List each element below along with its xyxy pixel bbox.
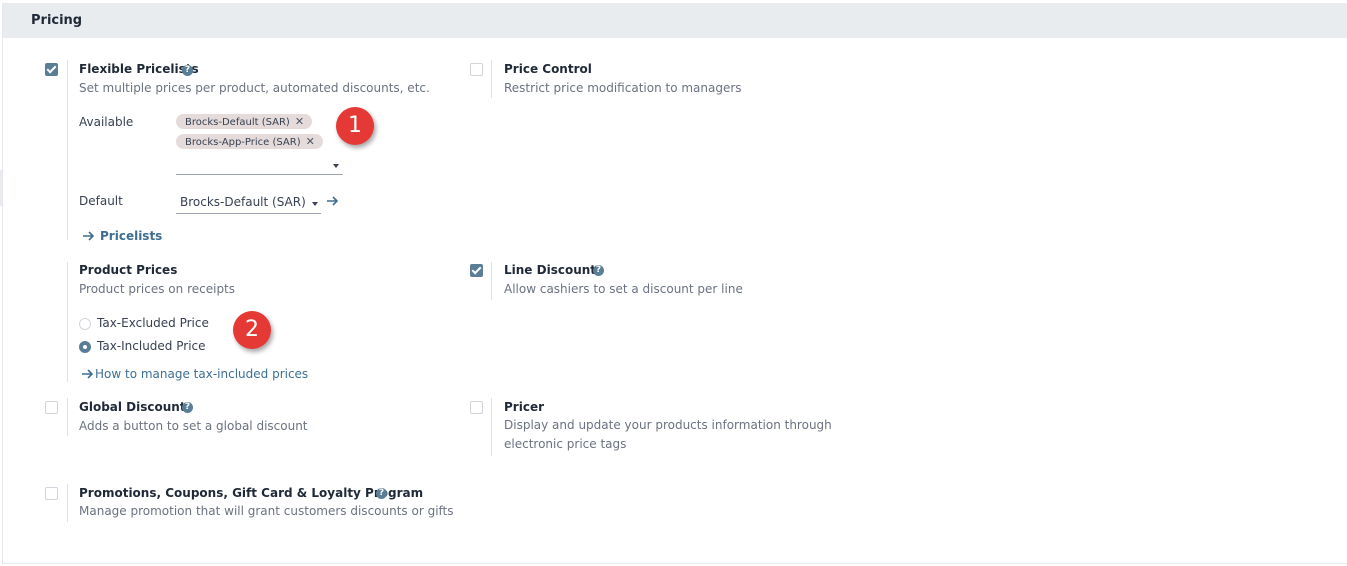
line-discounts-title: Line Discounts xyxy=(504,263,604,277)
promotions-description: Manage promotion that will grant custome… xyxy=(79,504,454,518)
pricer-description: Display and update your products informa… xyxy=(504,418,832,451)
global-discounts-description: Adds a button to set a global discount xyxy=(79,419,308,433)
line-discounts-divider xyxy=(491,262,492,300)
section-title: Pricing xyxy=(31,13,83,28)
arrow-right-icon[interactable] xyxy=(326,195,339,207)
default-label: Default xyxy=(79,194,123,208)
price-control-description: Restrict price modification to managers xyxy=(504,81,742,95)
tax-included-help-link[interactable]: How to manage tax-included prices xyxy=(95,367,308,381)
global-discounts-divider xyxy=(67,398,68,436)
question-circle-icon[interactable]: ? xyxy=(182,402,193,413)
pricelist-tag-label: Brocks-App-Price (SAR) xyxy=(185,137,301,148)
tax-included-radio[interactable] xyxy=(79,341,91,353)
product-prices-description: Product prices on receipts xyxy=(79,282,236,296)
pricer-title: Pricer xyxy=(504,400,544,414)
promotions-checkbox[interactable] xyxy=(45,487,58,500)
price-control-checkbox[interactable] xyxy=(470,63,483,76)
default-pricelist-select[interactable]: Brocks-Default (SAR) xyxy=(180,195,306,209)
line-discounts-description: Allow cashiers to set a discount per lin… xyxy=(504,282,743,296)
flexible-pricelists-description: Set multiple prices per product, automat… xyxy=(79,81,430,95)
promotions-divider xyxy=(67,484,68,522)
line-discounts-checkbox[interactable] xyxy=(470,264,483,277)
pricer-checkbox[interactable] xyxy=(470,401,483,414)
question-circle-icon[interactable]: ? xyxy=(593,265,604,276)
price-control-title: Price Control xyxy=(504,62,592,76)
pricer-divider xyxy=(491,398,492,456)
question-circle-icon[interactable]: ? xyxy=(376,488,387,499)
promotions-title: Promotions, Coupons, Gift Card & Loyalty… xyxy=(79,486,424,500)
available-label: Available xyxy=(79,115,134,129)
chevron-down-icon[interactable] xyxy=(312,202,318,206)
global-discounts-checkbox[interactable] xyxy=(45,401,58,414)
remove-tag-icon[interactable]: ✕ xyxy=(295,115,304,128)
tax-excluded-radio[interactable] xyxy=(79,318,91,330)
global-discounts-title: Global Discounts xyxy=(79,400,193,414)
available-pricelists-input[interactable] xyxy=(176,174,343,175)
annotation-marker-2: 2 xyxy=(233,311,271,349)
question-circle-icon[interactable]: ? xyxy=(182,65,193,76)
arrow-right-icon xyxy=(82,369,94,379)
flexible-pricelists-checkbox[interactable] xyxy=(45,63,58,76)
pricelists-link[interactable]: Pricelists xyxy=(100,229,162,243)
default-pricelist-underline xyxy=(176,213,321,214)
arrow-right-icon xyxy=(83,231,95,241)
tax-included-label[interactable]: Tax-Included Price xyxy=(97,339,206,353)
flexible-pricelists-title: Flexible Pricelists xyxy=(79,62,199,76)
remove-tag-icon[interactable]: ✕ xyxy=(306,135,315,148)
pricelist-tag-label: Brocks-Default (SAR) xyxy=(185,117,290,128)
annotation-marker-1: 1 xyxy=(336,107,374,145)
pricelist-tag: Brocks-Default (SAR) ✕ xyxy=(176,114,313,129)
product-prices-title: Product Prices xyxy=(79,263,178,277)
section-header: Pricing xyxy=(3,3,1347,38)
tax-excluded-label[interactable]: Tax-Excluded Price xyxy=(97,316,209,330)
product-prices-divider xyxy=(67,262,68,382)
chevron-down-icon[interactable] xyxy=(333,164,339,168)
left-edge-tab xyxy=(0,170,2,206)
price-control-divider xyxy=(491,60,492,98)
flexible-pricelists-divider xyxy=(67,60,68,240)
pricelist-tag: Brocks-App-Price (SAR) ✕ xyxy=(176,134,323,149)
